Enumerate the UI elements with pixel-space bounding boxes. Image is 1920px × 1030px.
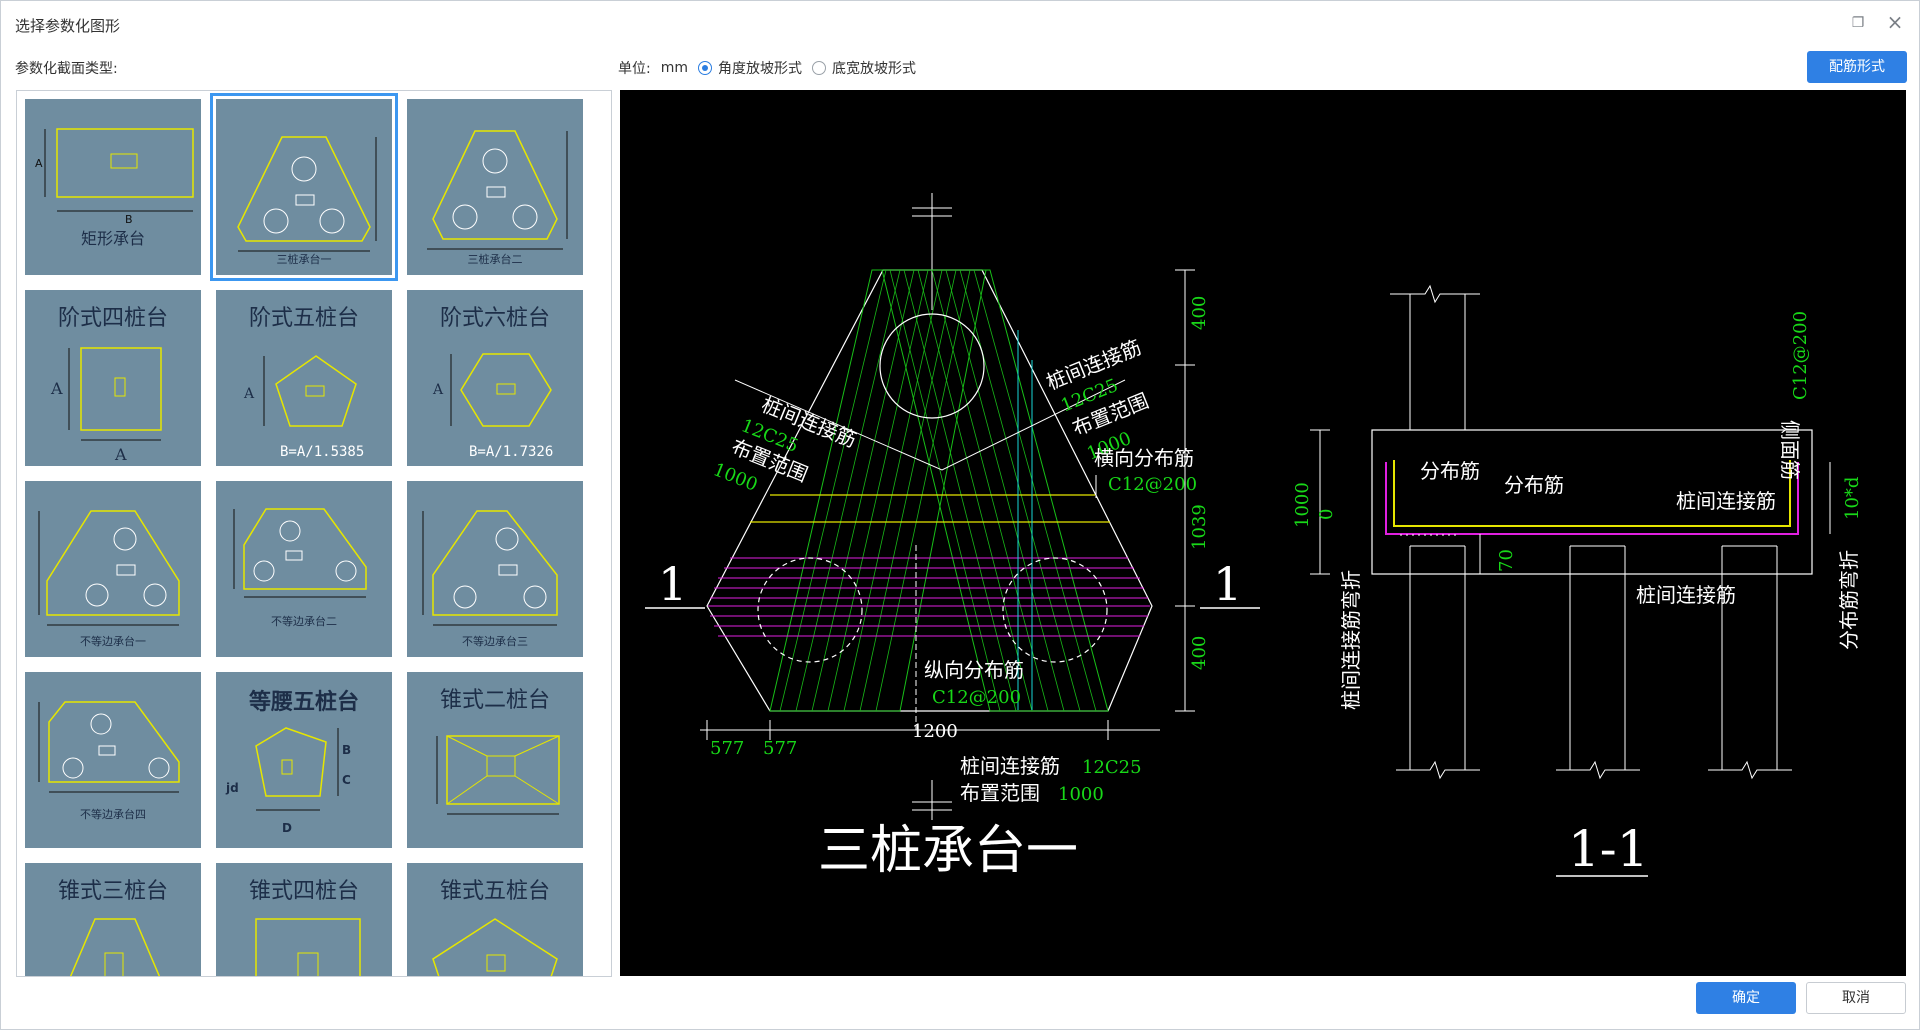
svg-text:jd: jd [225, 781, 239, 795]
window-title: 选择参数化图形 [15, 17, 121, 35]
svg-text:布置范围: 布置范围 [960, 781, 1040, 805]
title-bar: 选择参数化图形 ❐ × [1, 1, 1919, 47]
ok-button[interactable]: 确定 [1696, 982, 1796, 1014]
restore-icon[interactable]: ❐ [1849, 14, 1867, 32]
thumb-cone-four-pile[interactable]: 锥式四桩台 [216, 863, 392, 976]
svg-text:577: 577 [710, 738, 744, 759]
close-icon[interactable]: × [1885, 12, 1905, 32]
thumb-caption: 三桩承台二 [467, 253, 523, 266]
thumb-stepped-five-pile[interactable]: 阶式五桩台 A B=A/1.5385 [216, 290, 392, 466]
thumb-unequal-cap-3[interactable]: 不等边承台三 [407, 481, 583, 657]
thumb-cone-three-pile[interactable]: 锥式三桩台 [25, 863, 201, 976]
cone-five-pile-icon [432, 918, 558, 976]
svg-text:0: 0 [1316, 509, 1337, 520]
svg-text:1000: 1000 [1058, 784, 1104, 805]
svg-text:70: 70 [1496, 549, 1517, 572]
svg-text:C: C [342, 773, 351, 787]
stepped-six-pile-icon: A B=A/1.7326 [432, 353, 553, 460]
unit-label: 单位: [618, 61, 651, 77]
cone-two-pile-icon [436, 735, 560, 815]
svg-text:B: B [342, 743, 351, 757]
thumb-cone-five-pile[interactable]: 锥式五桩台 [407, 863, 583, 976]
thumb-unequal-cap-2[interactable]: 不等边承台二 [216, 481, 392, 657]
thumb-caption: 不等边承台一 [80, 635, 146, 648]
unequal-cap-1-icon [38, 510, 180, 626]
svg-text:A: A [114, 445, 127, 464]
svg-text:桩间连接筋: 桩间连接筋 [1636, 583, 1736, 607]
unit-row: 单位: mm 角度放坡形式 底宽放坡形式 [618, 58, 916, 78]
three-pile-cap-1-icon [237, 136, 377, 252]
svg-text:1: 1 [1213, 557, 1242, 611]
thumb-rect-cap[interactable]: A B 矩形承台 [25, 99, 201, 275]
thumb-stepped-six-pile[interactable]: 阶式六桩台 A B=A/1.7326 [407, 290, 583, 466]
stepped-five-pile-icon: A B=A/1.5385 [243, 355, 364, 460]
section-gallery[interactable]: A B 矩形承台 三桩承台一 三桩承台二 阶式四桩台 A A 阶式五桩台 A B… [16, 90, 612, 977]
svg-text:A: A [35, 157, 43, 170]
radio-bottom-width-slope-label: 底宽放坡形式 [832, 61, 916, 77]
svg-text:分布筋弯折: 分布筋弯折 [1837, 550, 1861, 650]
svg-text:三桩承台一: 三桩承台一 [818, 821, 1078, 881]
svg-text:分布筋: 分布筋 [1504, 473, 1564, 497]
thumb-caption: 不等边承台四 [80, 808, 146, 821]
svg-text:纵向分布筋: 纵向分布筋 [924, 658, 1024, 682]
svg-text:1200: 1200 [912, 721, 958, 742]
svg-text:横向分布筋: 横向分布筋 [1094, 446, 1194, 470]
svg-text:分布筋: 分布筋 [1420, 459, 1480, 483]
thumb-stepped-four-pile[interactable]: 阶式四桩台 A A [25, 290, 201, 466]
section-type-label: 参数化截面类型: [15, 61, 118, 77]
preview-canvas: 桩间连接筋 12C25 布置范围 1000 桩间连接筋 12C25 布置范围 1… [620, 90, 1906, 976]
unit-value: mm [660, 60, 688, 76]
cone-three-pile-icon [69, 918, 161, 976]
thumb-caption: 矩形承台 [80, 229, 145, 248]
svg-text:B=A/1.5385: B=A/1.5385 [280, 444, 364, 460]
thumb-unequal-cap-4[interactable]: 不等边承台四 [25, 672, 201, 848]
unequal-cap-3-icon [422, 510, 558, 626]
svg-text:A: A [50, 379, 63, 398]
svg-text:A: A [243, 386, 255, 402]
svg-text:C12@200: C12@200 [932, 687, 1021, 708]
thumb-unequal-cap-1[interactable]: 不等边承台一 [25, 481, 201, 657]
radio-angle-slope[interactable]: 角度放坡形式 [698, 58, 802, 78]
svg-text:桩间连接筋: 桩间连接筋 [960, 754, 1060, 778]
svg-text:D: D [282, 821, 292, 835]
svg-text:10*d: 10*d [1842, 477, 1863, 520]
svg-text:1: 1 [658, 557, 687, 611]
radio-dot-unchecked[interactable] [812, 61, 826, 75]
cancel-button[interactable]: 取消 [1806, 982, 1906, 1014]
svg-text:侧面筋: 侧面筋 [1778, 420, 1802, 480]
preview-drawing: 桩间连接筋 12C25 布置范围 1000 桩间连接筋 12C25 布置范围 1… [645, 193, 1863, 881]
svg-text:A: A [432, 382, 444, 398]
svg-text:桩间连接筋: 桩间连接筋 [1676, 489, 1776, 513]
unequal-cap-2-icon [233, 508, 367, 598]
cone-four-pile-icon [255, 918, 361, 976]
svg-text:400: 400 [1189, 296, 1210, 330]
svg-text:577: 577 [763, 738, 797, 759]
stepped-four-pile-icon: A A [50, 347, 162, 464]
svg-text:桩间连接筋弯折: 桩间连接筋弯折 [1339, 570, 1363, 710]
radio-dot-checked[interactable] [698, 61, 712, 75]
isosceles-five-pile-icon: B C D jd [225, 727, 351, 835]
svg-text:1000: 1000 [1292, 482, 1313, 528]
svg-text:B=A/1.7326: B=A/1.7326 [469, 444, 553, 460]
radio-angle-slope-label: 角度放坡形式 [718, 61, 802, 77]
thumb-caption: 不等边承台三 [462, 635, 528, 648]
three-pile-cap-2-icon [427, 130, 568, 250]
radio-bottom-width-slope[interactable]: 底宽放坡形式 [812, 58, 916, 78]
svg-text:C12@200: C12@200 [1108, 474, 1197, 495]
thumb-caption: 三桩承台一 [276, 253, 332, 266]
dialog-window: 选择参数化图形 ❐ × 参数化截面类型: 单位: mm 角度放坡形式 底宽放坡形… [0, 0, 1920, 1030]
svg-text:1-1: 1-1 [1568, 820, 1649, 878]
svg-text:12C25: 12C25 [1082, 757, 1142, 778]
svg-text:C12@200: C12@200 [1790, 311, 1811, 400]
thumb-caption: 不等边承台二 [271, 615, 337, 628]
thumb-cone-two-pile[interactable]: 锥式二桩台 [407, 672, 583, 848]
svg-text:400: 400 [1189, 636, 1210, 670]
rebar-form-button[interactable]: 配筋形式 [1807, 51, 1907, 83]
thumb-three-pile-cap-1[interactable]: 三桩承台一 [210, 93, 398, 281]
thumb-three-pile-cap-2[interactable]: 三桩承台二 [407, 99, 583, 275]
svg-text:1039: 1039 [1189, 504, 1210, 550]
thumb-isosceles-five-pile[interactable]: 等腰五桩台 B C D jd [216, 672, 392, 848]
